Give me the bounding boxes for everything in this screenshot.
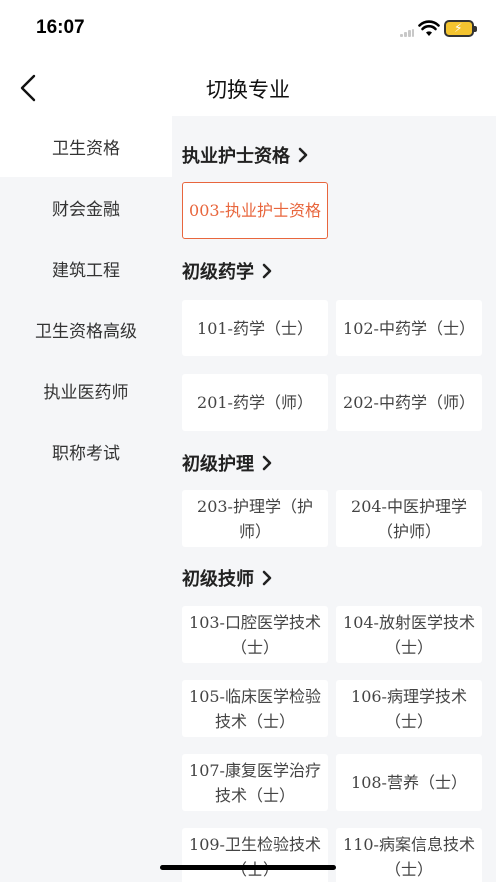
signal-icon	[400, 29, 414, 37]
section-header-technician[interactable]: 初级技师	[182, 563, 274, 593]
chevron-right-icon	[262, 455, 272, 471]
sidebar-item-label: 职称考试	[52, 444, 120, 464]
sidebar-item-construction[interactable]: 建筑工程	[0, 238, 172, 299]
sidebar-item-health-senior[interactable]: 卫生资格高级	[0, 299, 172, 360]
specialty-chip-107[interactable]: 107-康复医学治疗技术（士）	[182, 754, 328, 811]
sidebar-item-title-exam[interactable]: 职称考试	[0, 421, 172, 482]
sidebar-item-health[interactable]: 卫生资格	[0, 116, 172, 177]
specialty-chip-104[interactable]: 104-放射医学技术（士）	[336, 606, 482, 663]
sidebar-item-pharmacist[interactable]: 执业医药师	[0, 360, 172, 421]
battery-icon: ⚡	[444, 20, 477, 37]
home-indicator	[160, 865, 336, 870]
section-title: 执业护士资格	[182, 146, 290, 167]
chevron-right-icon	[262, 263, 272, 279]
specialty-chip-101[interactable]: 101-药学（士）	[182, 300, 328, 356]
section-title: 初级药学	[182, 262, 254, 283]
category-sidebar: 卫生资格 财会金融 建筑工程 卫生资格高级 执业医药师 职称考试	[0, 116, 172, 882]
status-bar: 16:07 ⚡	[0, 0, 496, 60]
specialty-chip-204[interactable]: 204-中医护理学（护师）	[336, 490, 482, 547]
specialty-chip-109[interactable]: 109-卫生检验技术（士）	[182, 828, 328, 882]
sidebar-item-label: 执业医药师	[43, 383, 129, 403]
sidebar-item-label: 卫生资格	[52, 139, 120, 159]
sidebar-item-label: 财会金融	[52, 200, 120, 220]
specialty-chip-105[interactable]: 105-临床医学检验技术（士）	[182, 680, 328, 737]
specialty-chip-203[interactable]: 203-护理学（护师）	[182, 490, 328, 547]
specialty-list: 执业护士资格 003-执业护士资格 初级药学 101-药学（士） 102-中药学…	[172, 116, 496, 882]
specialty-chip-110[interactable]: 110-病案信息技术（士）	[336, 828, 482, 882]
specialty-chip-202[interactable]: 202-中药学（师）	[336, 374, 482, 431]
specialty-chip-103[interactable]: 103-口腔医学技术（士）	[182, 606, 328, 663]
sidebar-item-label: 卫生资格高级	[35, 322, 137, 342]
section-title: 初级护理	[182, 454, 254, 475]
chevron-right-icon	[298, 147, 308, 163]
specialty-chip-106[interactable]: 106-病理学技术（士）	[336, 680, 482, 737]
nav-bar: 切换专业	[0, 60, 496, 116]
section-header-nurse[interactable]: 执业护士资格	[182, 140, 310, 170]
wifi-icon	[418, 20, 440, 36]
specialty-chip-003[interactable]: 003-执业护士资格	[182, 182, 328, 239]
sidebar-item-label: 建筑工程	[52, 261, 120, 281]
section-header-nursing[interactable]: 初级护理	[182, 448, 274, 478]
specialty-chip-108[interactable]: 108-营养（士）	[336, 754, 482, 811]
specialty-chip-102[interactable]: 102-中药学（士）	[336, 300, 482, 356]
section-title: 初级技师	[182, 569, 254, 590]
section-header-pharmacy[interactable]: 初级药学	[182, 256, 274, 286]
chevron-right-icon	[262, 570, 272, 586]
sidebar-item-finance[interactable]: 财会金融	[0, 177, 172, 238]
status-time: 16:07	[36, 17, 85, 38]
specialty-chip-201[interactable]: 201-药学（师）	[182, 374, 328, 431]
page-title: 切换专业	[206, 78, 290, 102]
